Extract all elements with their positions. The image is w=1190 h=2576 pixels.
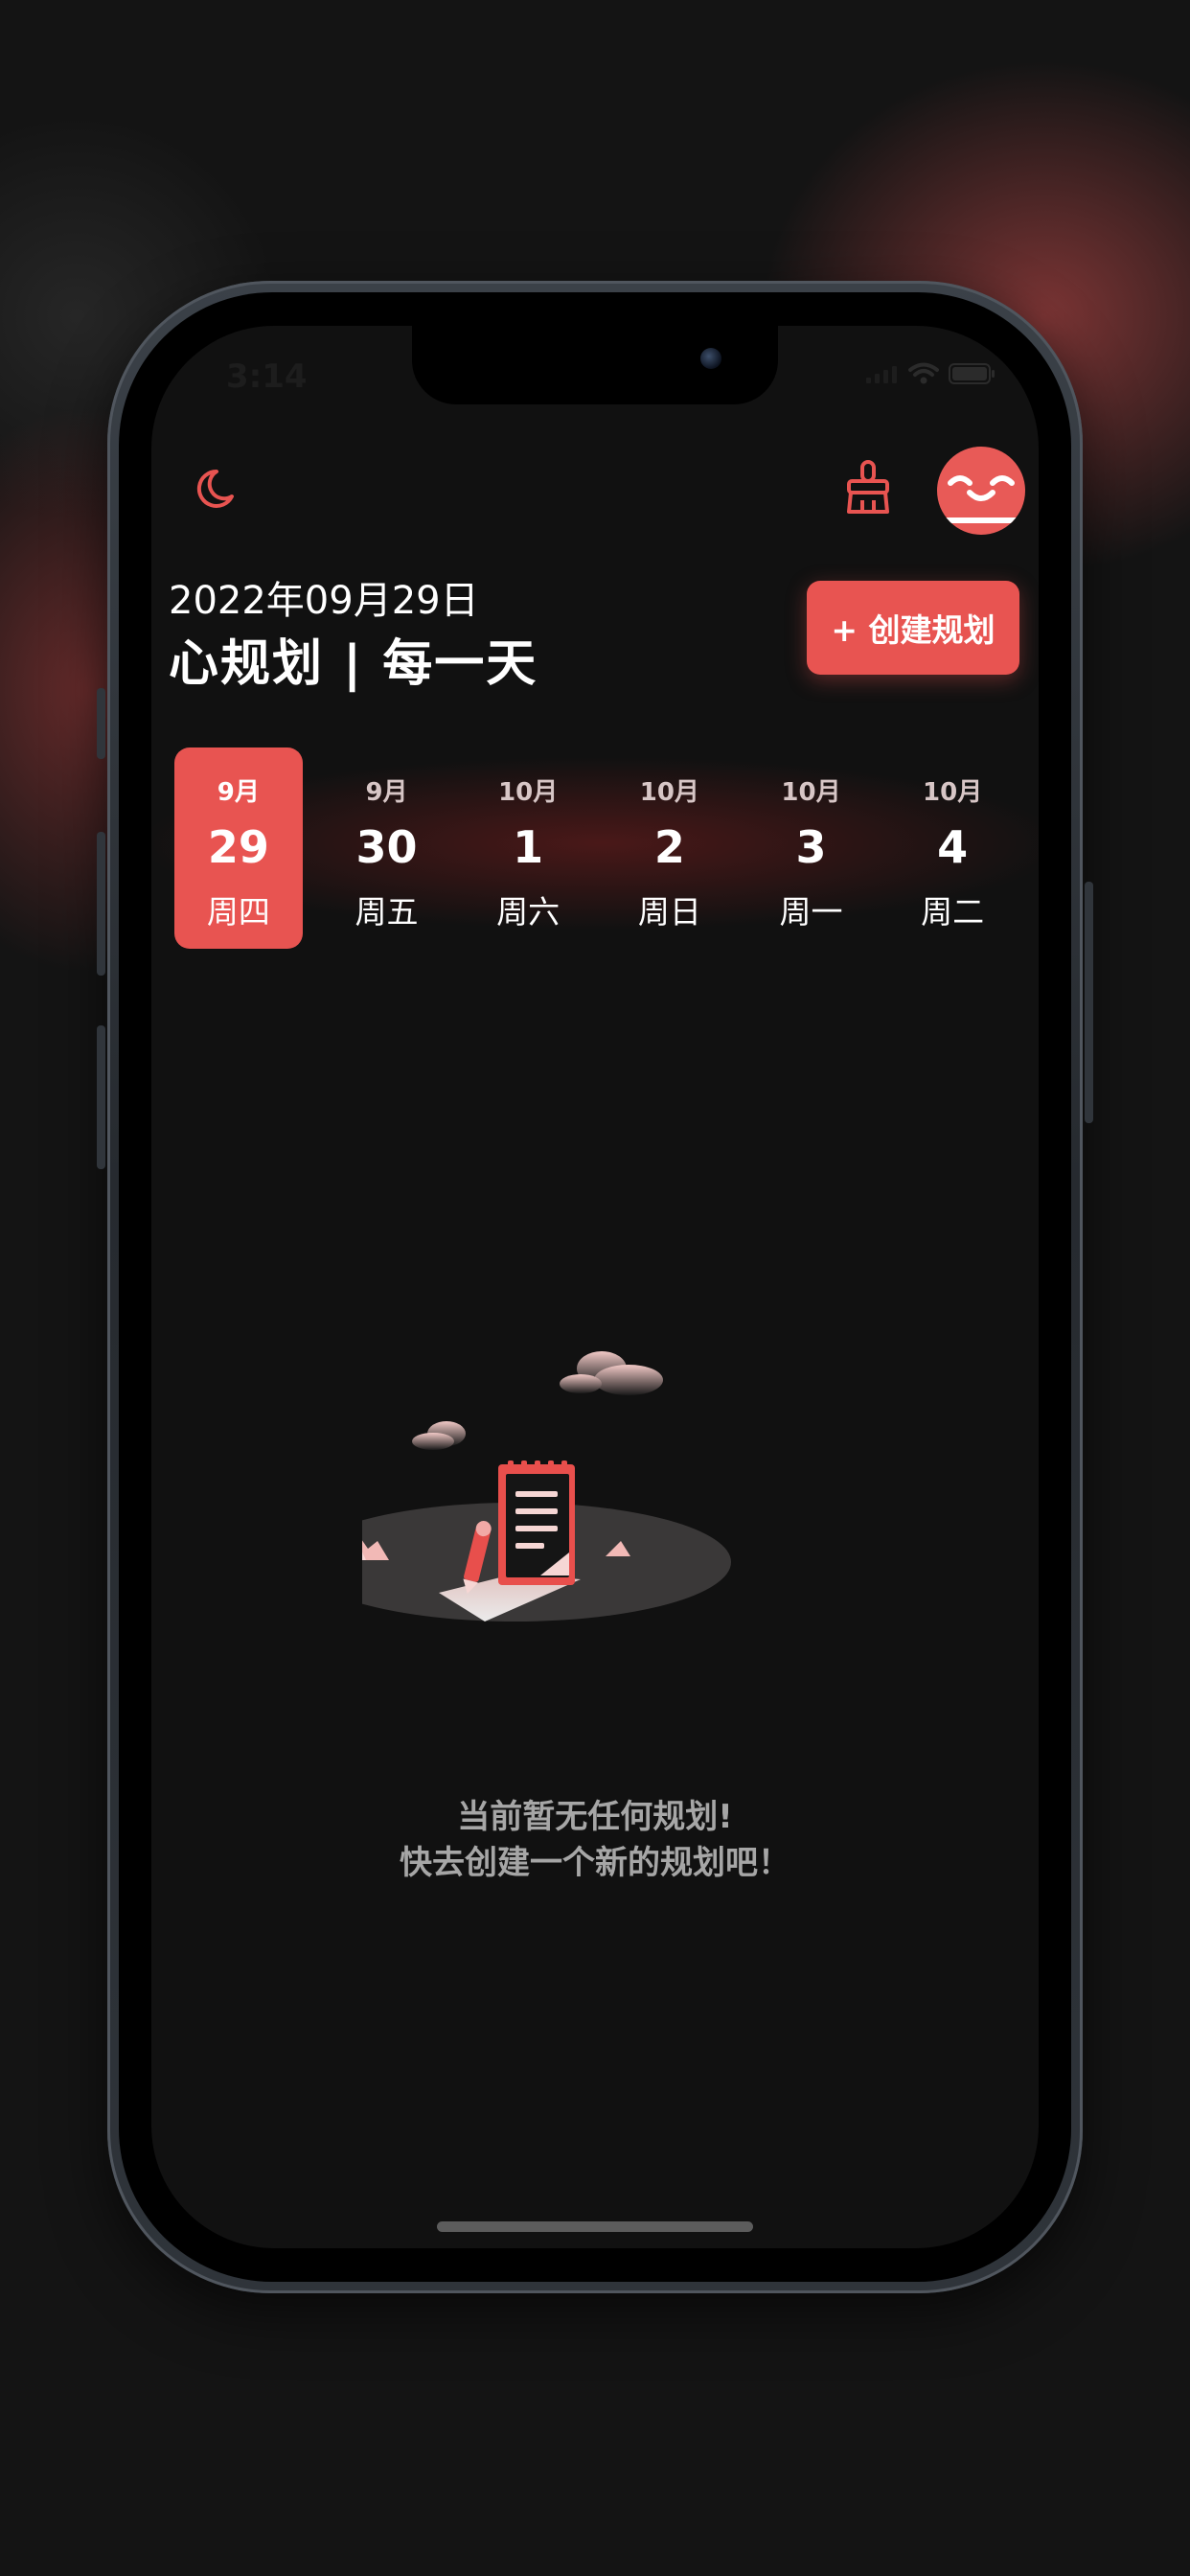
day-item[interactable]: 9月 30 周五: [316, 748, 458, 949]
stage: 3:14 2022年09月29日 心规划 | 每一天 + 创建规划 9月 29 …: [0, 0, 1190, 2576]
day-month: 9月: [217, 778, 260, 807]
day-weekday: 周日: [637, 893, 701, 931]
day-month: 10月: [923, 778, 983, 807]
phone-screen: 3:14 2022年09月29日 心规划 | 每一天 + 创建规划 9月 29 …: [151, 326, 1039, 2248]
mute-switch: [97, 688, 105, 759]
smiley-avatar-icon[interactable]: [937, 447, 1025, 535]
day-month: 10月: [639, 778, 699, 807]
wifi-icon: [908, 362, 939, 389]
day-weekday: 周四: [206, 893, 270, 931]
empty-state-title: 当前暂无任何规划!: [457, 1798, 733, 1836]
day-item[interactable]: 10月 4 周二: [881, 748, 1023, 949]
empty-notebook-illustration: [300, 1322, 822, 1706]
day-number: 2: [653, 821, 685, 873]
battery-icon: [949, 362, 996, 389]
day-item[interactable]: 9月 29 周四: [174, 748, 303, 949]
moon-icon[interactable]: [188, 462, 241, 516]
page-title: 心规划 | 每一天: [169, 635, 538, 693]
day-number: 30: [355, 821, 418, 873]
status-time: 3:14: [226, 357, 308, 396]
day-month: 10月: [498, 778, 559, 807]
day-number: 29: [207, 821, 269, 873]
cloud-icon: [412, 1421, 466, 1450]
day-item[interactable]: 10月 2 周日: [599, 748, 741, 949]
current-date: 2022年09月29日: [169, 579, 479, 623]
status-icons: [866, 362, 996, 389]
day-item[interactable]: 10月 3 周一: [741, 748, 882, 949]
home-indicator[interactable]: [437, 2221, 753, 2232]
day-weekday: 周二: [921, 893, 985, 931]
front-camera: [700, 348, 721, 369]
day-selector: 9月 29 周四 9月 30 周五 10月 1 周六 10月 2 周日 10月: [174, 748, 1023, 949]
volume-up-button: [97, 832, 105, 976]
create-plan-button[interactable]: + 创建规划: [807, 581, 1019, 675]
power-button: [1085, 882, 1093, 1123]
day-number: 3: [795, 821, 827, 873]
cloud-icon: [560, 1351, 663, 1395]
day-number: 1: [513, 821, 544, 873]
day-item[interactable]: 10月 1 周六: [457, 748, 599, 949]
day-month: 9月: [365, 778, 408, 807]
empty-state-subtitle: 快去创建一个新的规划吧！: [400, 1844, 790, 1882]
notch: [412, 326, 778, 404]
signal-icon: [866, 364, 899, 387]
volume-down-button: [97, 1025, 105, 1169]
day-number: 4: [937, 821, 969, 873]
day-month: 10月: [781, 778, 841, 807]
day-weekday: 周六: [496, 893, 561, 931]
day-weekday: 周一: [779, 893, 843, 931]
day-weekday: 周五: [355, 893, 419, 931]
broom-icon[interactable]: [843, 460, 893, 516]
